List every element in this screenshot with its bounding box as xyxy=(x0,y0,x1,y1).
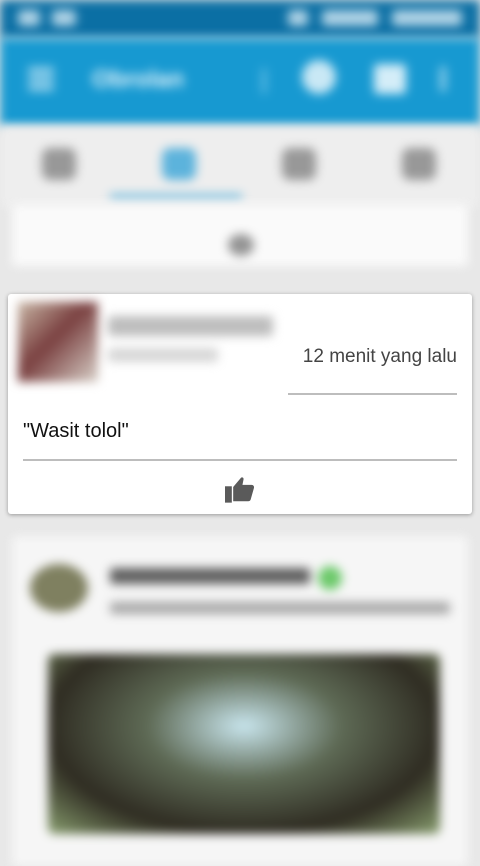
clock xyxy=(392,10,462,26)
tab-indicator xyxy=(110,194,242,199)
tab-person-icon[interactable] xyxy=(282,148,316,180)
notification-icon xyxy=(18,10,40,26)
post-card: 12 menit yang lalu "Wasit tolol" xyxy=(8,294,472,514)
wifi-icon xyxy=(288,10,308,26)
tab-bar xyxy=(0,126,480,208)
avatar[interactable] xyxy=(18,302,98,382)
footer-divider xyxy=(23,459,457,461)
app-bar: Obrolan xyxy=(0,38,480,126)
post-comment: "Wasit tolol" xyxy=(23,420,129,442)
post-composer[interactable] xyxy=(12,204,468,266)
author-subtitle xyxy=(108,348,218,362)
post-meta xyxy=(110,602,450,614)
signal-icon xyxy=(322,10,378,26)
search-icon[interactable] xyxy=(302,60,336,94)
tab-globe-icon[interactable] xyxy=(42,148,76,180)
toolbar-separator xyxy=(262,68,266,94)
verified-icon xyxy=(318,566,342,590)
post-header xyxy=(8,294,288,394)
menu-icon[interactable] xyxy=(28,68,54,90)
next-post-card xyxy=(12,536,468,866)
author-name[interactable] xyxy=(110,568,310,584)
camera-icon[interactable] xyxy=(228,234,254,256)
more-options-icon[interactable] xyxy=(440,66,446,92)
app-notification-icon xyxy=(52,10,76,26)
status-bar xyxy=(0,0,480,38)
post-image[interactable] xyxy=(48,654,440,834)
post-timestamp: 12 menit yang lalu xyxy=(302,346,457,367)
header-divider xyxy=(288,393,457,395)
tab-chat-icon[interactable] xyxy=(162,148,196,180)
thumbs-up-icon[interactable] xyxy=(223,474,257,504)
avatar[interactable] xyxy=(30,564,88,612)
app-title: Obrolan xyxy=(92,66,185,93)
tab-notification-icon[interactable] xyxy=(402,148,436,180)
author-name[interactable] xyxy=(108,316,273,336)
message-icon[interactable] xyxy=(374,64,406,94)
